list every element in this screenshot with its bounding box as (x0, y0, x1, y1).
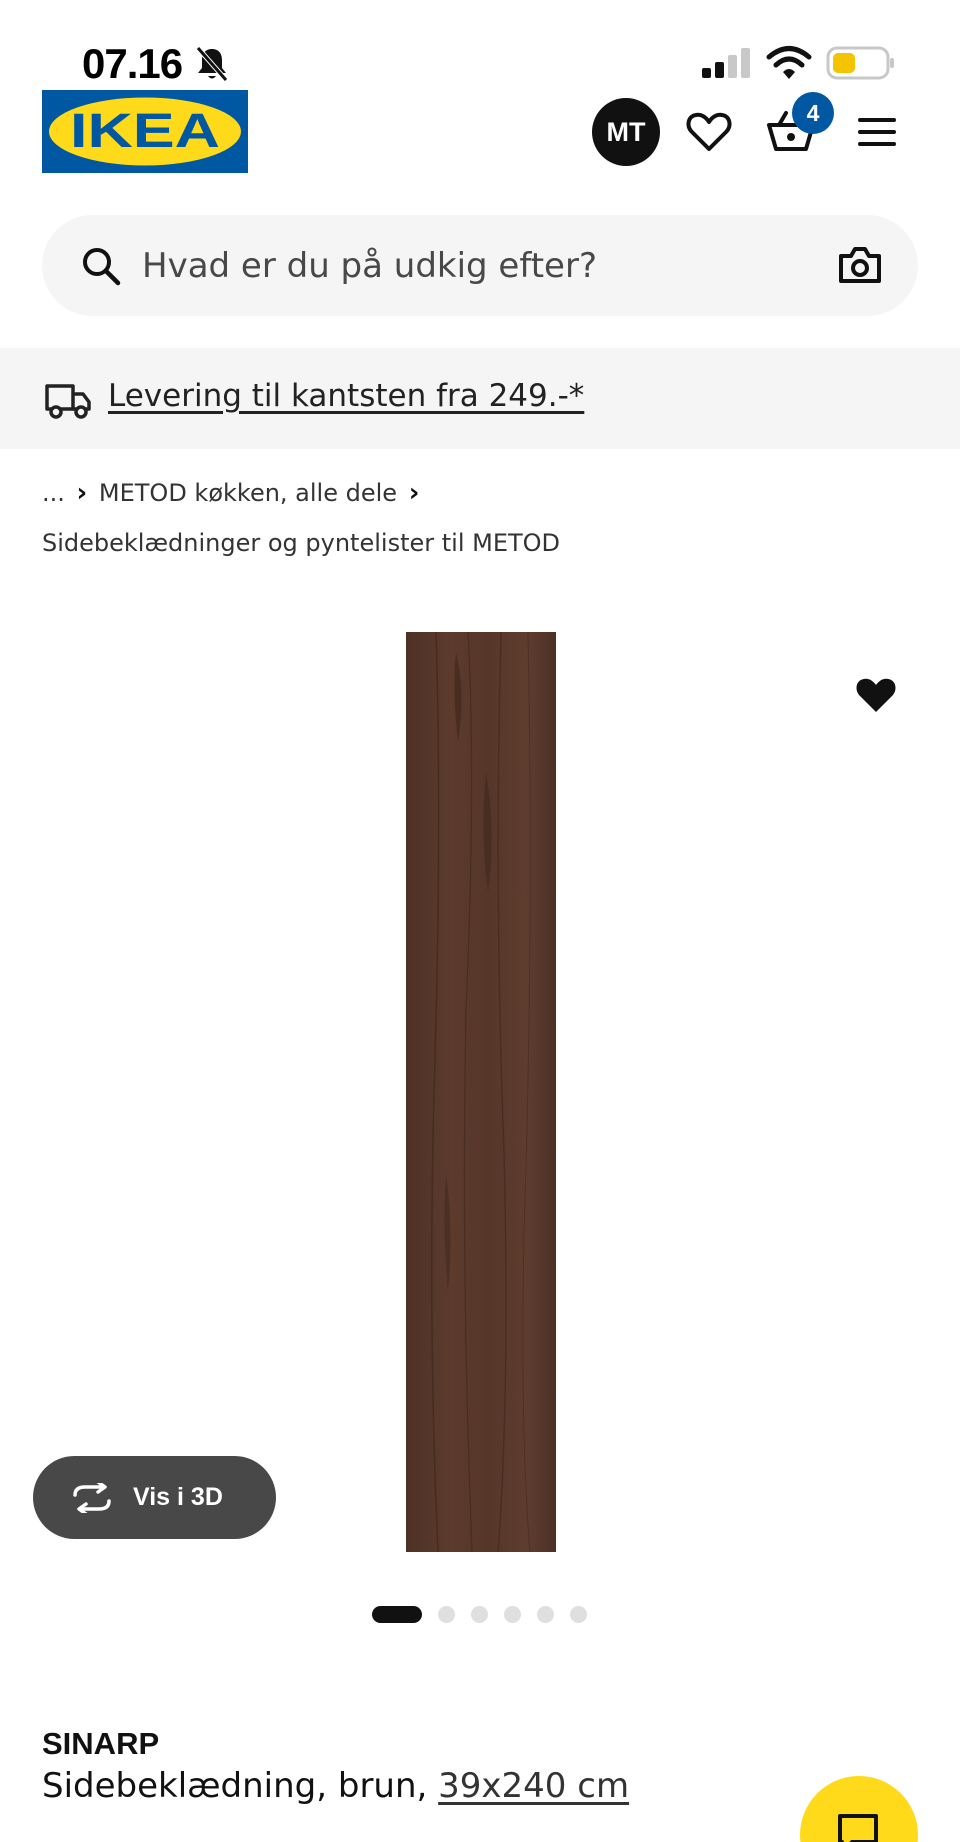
search-input-placeholder[interactable]: Hvad er du på udkig efter? (142, 246, 597, 286)
carousel-dot[interactable] (438, 1605, 455, 1623)
signal-icon (702, 48, 750, 78)
status-bar: 07.16 (0, 0, 960, 90)
product-size-link[interactable]: 39x240 cm (438, 1766, 629, 1806)
logo-text: IKEA (70, 105, 220, 158)
breadcrumb-item-metod[interactable]: METOD køkken, alle dele (99, 479, 397, 507)
ikea-logo[interactable]: IKEA (42, 90, 248, 173)
delivery-truck-icon (45, 384, 91, 419)
chat-bubble-icon (838, 1814, 878, 1842)
breadcrumb: ... › METOD køkken, alle dele › Sidebekl… (42, 476, 922, 560)
avatar[interactable]: MT (592, 98, 660, 166)
wifi-icon (766, 46, 812, 79)
breadcrumb-item-sidebeklaedninger[interactable]: Sidebeklædninger og pyntelister til METO… (42, 529, 560, 557)
view-in-3d-button[interactable]: Vis i 3D (33, 1456, 276, 1539)
product-type: Sidebeklædning, brun, (42, 1766, 428, 1806)
menu-hamburger-icon[interactable] (852, 107, 902, 157)
carousel-dot[interactable] (537, 1605, 554, 1623)
add-to-favorites-heart-icon[interactable] (854, 672, 898, 716)
carousel-dot-active[interactable] (372, 1605, 422, 1623)
product-description: Sidebeklædning, brun, 39x240 cm (42, 1766, 629, 1806)
camera-icon[interactable] (838, 245, 882, 285)
carousel-indicator (372, 1604, 603, 1624)
delivery-info-link[interactable]: Levering til kantsten fra 249.-* (108, 378, 584, 414)
carousel-dot[interactable] (504, 1605, 521, 1623)
bell-muted-icon (196, 46, 228, 82)
cart-count-badge: 4 (792, 92, 834, 134)
delivery-banner: Levering til kantsten fra 249.-* (0, 348, 960, 449)
chevron-right-icon: › (408, 478, 420, 508)
chat-button[interactable] (800, 1776, 918, 1842)
search-bar[interactable]: Hvad er du på udkig efter? (42, 215, 918, 316)
breadcrumb-ellipsis[interactable]: ... (42, 479, 65, 507)
favorites-heart-icon[interactable] (684, 107, 734, 157)
battery-icon (826, 46, 894, 80)
product-image[interactable] (406, 632, 556, 1552)
chevron-right-icon: › (76, 478, 88, 508)
carousel-dot[interactable] (570, 1605, 587, 1623)
product-name: SINARP (42, 1726, 160, 1761)
rotate-3d-icon (73, 1482, 111, 1513)
search-icon[interactable] (80, 245, 122, 287)
status-time: 07.16 (82, 40, 183, 87)
carousel-dot[interactable] (471, 1605, 488, 1623)
view-in-3d-label: Vis i 3D (133, 1483, 223, 1511)
